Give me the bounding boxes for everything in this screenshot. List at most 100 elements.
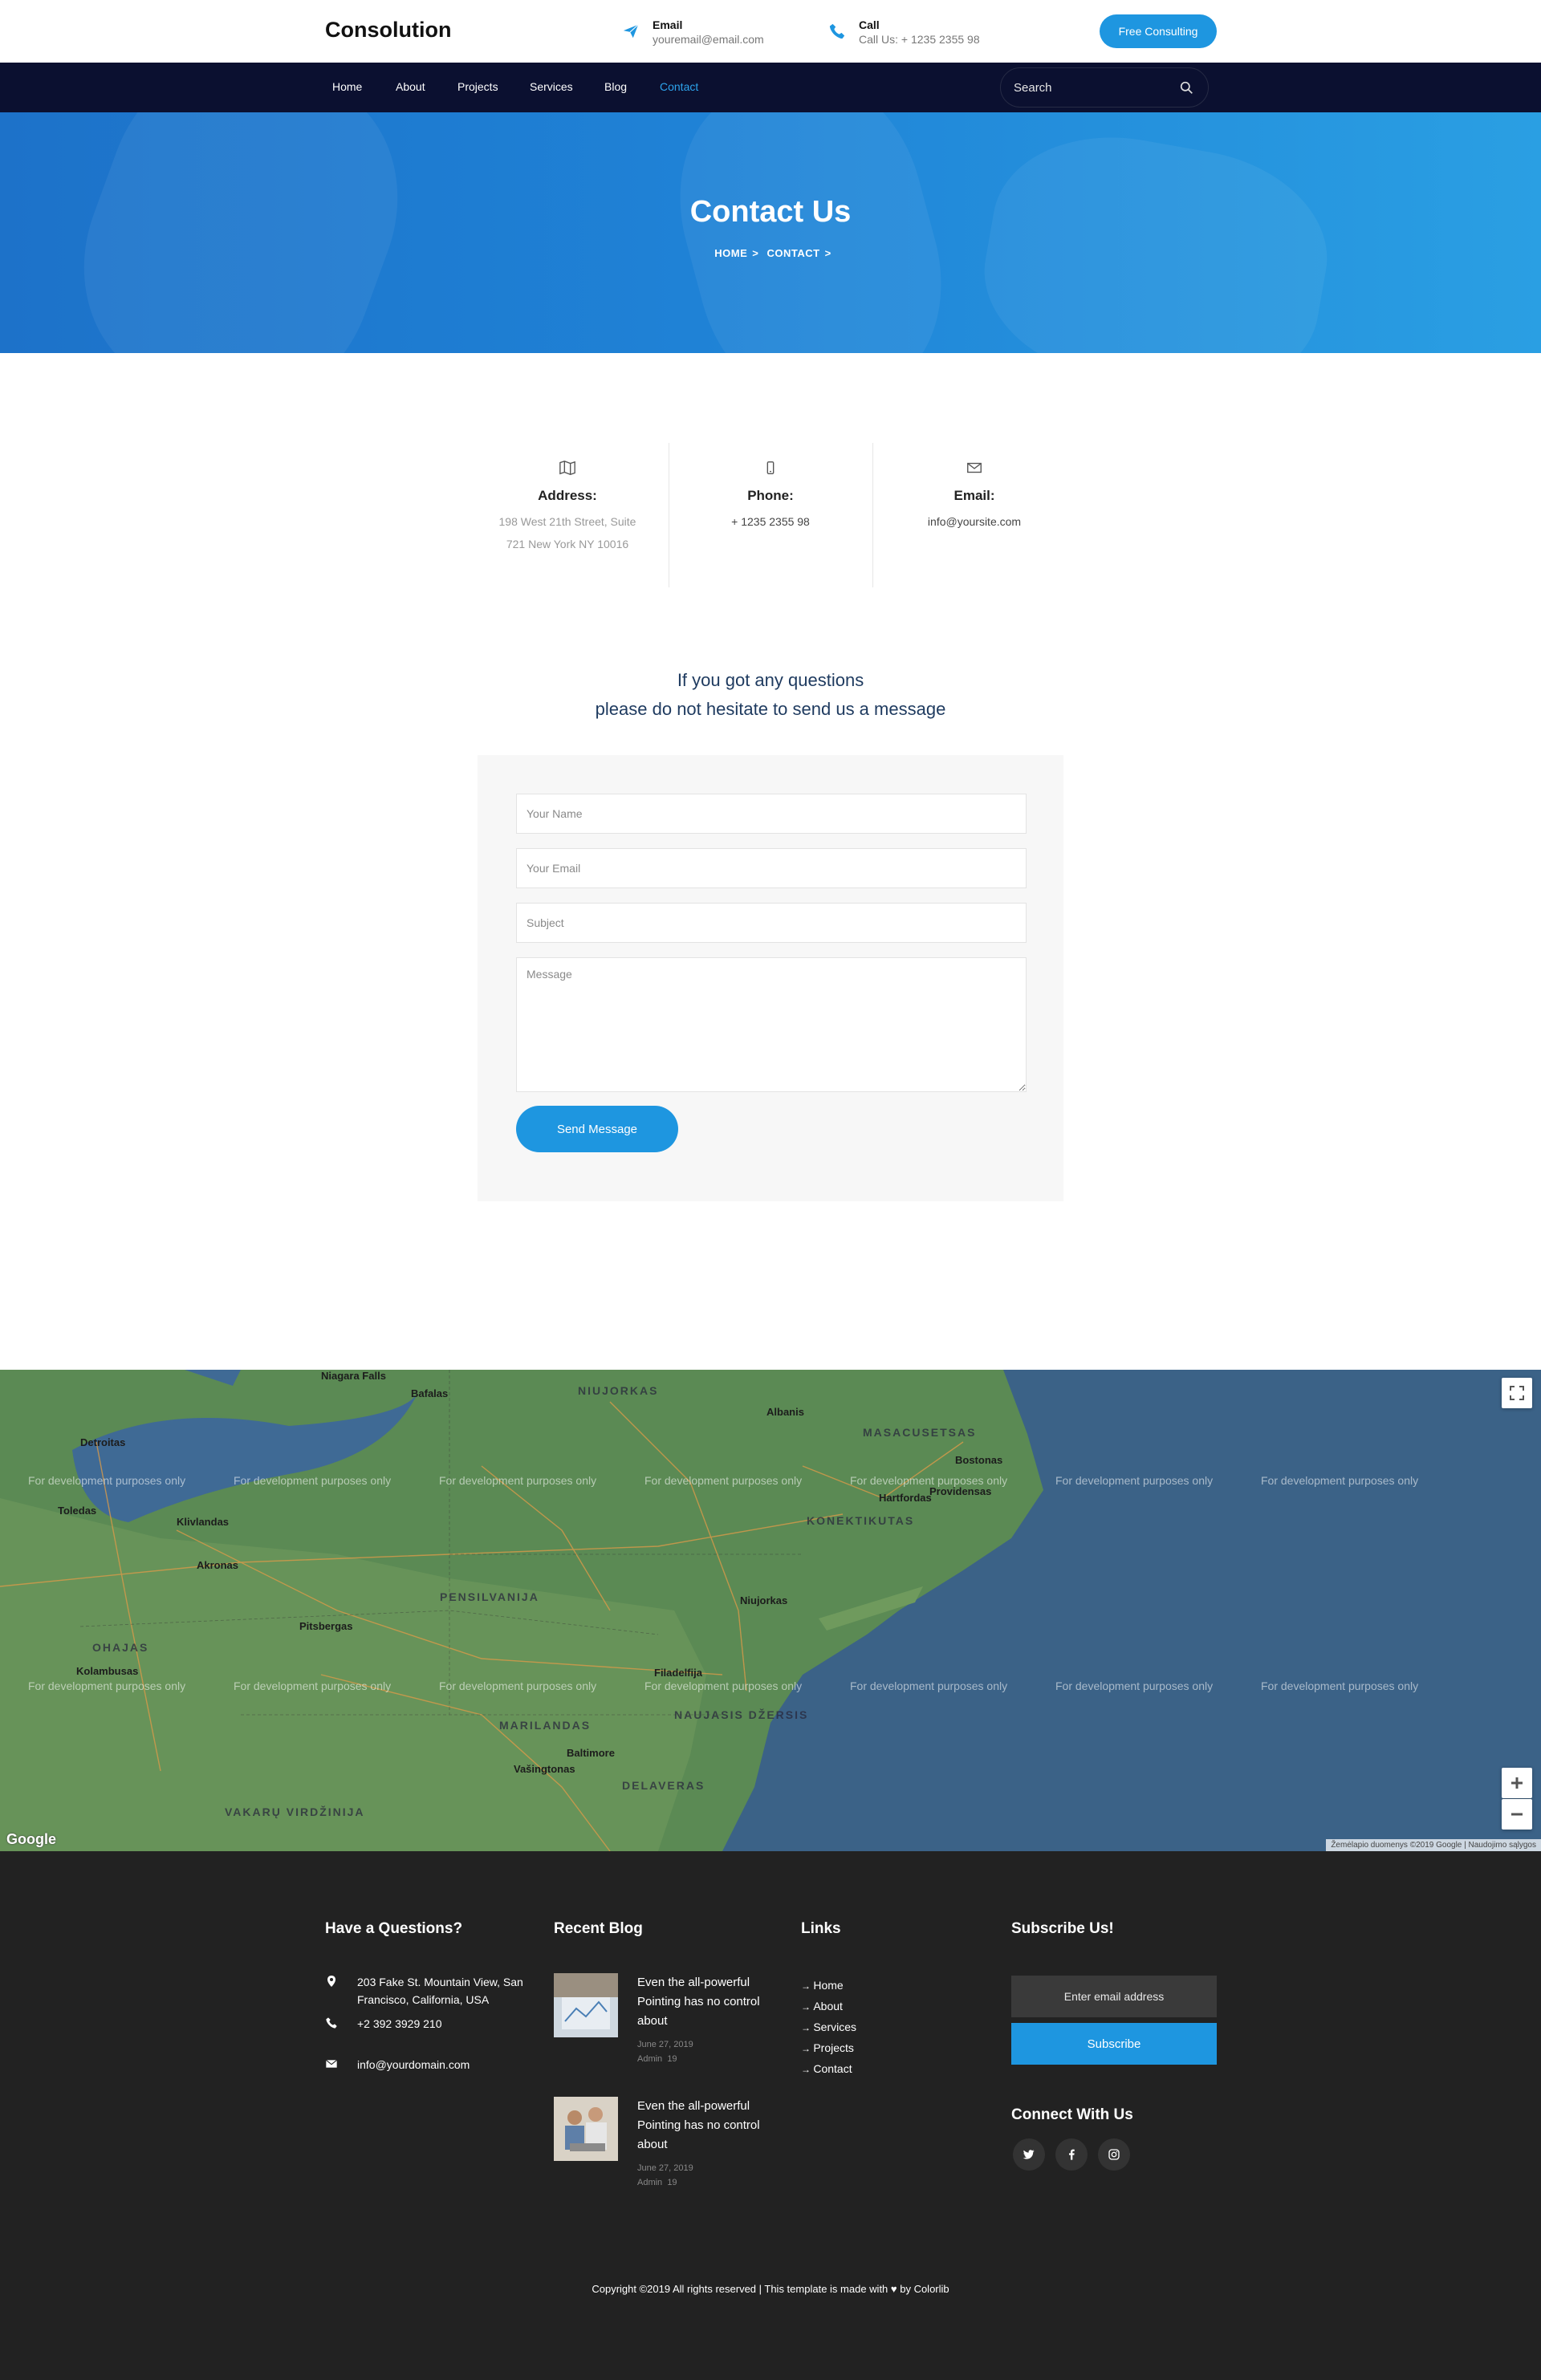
paper-plane-icon: [623, 24, 639, 39]
phone-value[interactable]: + 1235 2355 98: [674, 510, 867, 533]
map-terms[interactable]: Žemėlapio duomenys ©2019 Google | Naudoj…: [1326, 1839, 1541, 1851]
top-header: Consolution Email youremail@email.com Ca…: [0, 0, 1541, 63]
blog-post-author: Admin: [637, 2178, 663, 2187]
info-phone: Phone: + 1235 2355 98: [674, 459, 867, 533]
nav-services[interactable]: Services: [530, 80, 573, 93]
map-zoom-in-button[interactable]: [1502, 1768, 1532, 1798]
email-value[interactable]: info@yoursite.com: [878, 510, 1071, 533]
instagram-icon: [1108, 2149, 1120, 2160]
footer-link-contact[interactable]: Contact: [801, 2059, 856, 2080]
name-field[interactable]: [516, 794, 1027, 834]
footer-link-home[interactable]: Home: [801, 1976, 856, 1996]
google-logo[interactable]: Google: [6, 1831, 56, 1848]
google-map[interactable]: For development purposes only For develo…: [0, 1370, 1541, 1851]
nav-projects[interactable]: Projects: [457, 80, 498, 93]
facebook-button[interactable]: [1055, 2138, 1088, 2171]
copyright: Copyright ©2019 All rights reserved | Th…: [592, 2283, 949, 2295]
map-watermark: For development purposes only: [439, 1679, 597, 1692]
address-label: Address:: [538, 488, 597, 503]
twitter-button[interactable]: [1013, 2138, 1045, 2171]
subject-field[interactable]: [516, 903, 1027, 943]
footer-phone: +2 392 3929 210: [325, 2015, 442, 2033]
free-consulting-button[interactable]: Free Consulting: [1100, 14, 1217, 48]
phone-label: Phone:: [747, 488, 794, 503]
footer-link-projects[interactable]: Projects: [801, 2038, 856, 2059]
blog-post-meta: June 27, 2019 Admin 19: [637, 2161, 779, 2190]
instagram-button[interactable]: [1098, 2138, 1130, 2171]
map-label: Bostonas: [955, 1454, 1003, 1466]
message-field[interactable]: [516, 957, 1027, 1092]
blog-thumbnail[interactable]: [554, 2097, 618, 2161]
contact-form: Send Message: [478, 755, 1063, 1201]
page-hero: Contact Us HOME > CONTACT >: [0, 112, 1541, 353]
header-call-value[interactable]: Call Us: + 1235 2355 98: [859, 32, 980, 47]
blog-post[interactable]: Even the all-powerful Pointing has no co…: [554, 1973, 779, 2066]
send-message-button[interactable]: Send Message: [516, 1106, 678, 1152]
subscribe-button[interactable]: Subscribe: [1011, 2023, 1217, 2065]
phone-icon: [326, 2017, 337, 2029]
map-watermark: For development purposes only: [850, 1679, 1008, 1692]
map-label: KONEKTIKUTAS: [807, 1514, 915, 1527]
map-label: Akronas: [197, 1559, 239, 1571]
hero-bg-shape: [653, 112, 969, 353]
twitter-icon: [1023, 2150, 1035, 2159]
page-title: Contact Us: [689, 195, 852, 229]
map-label: Filadelfija: [654, 1667, 702, 1679]
map-label: Providensas: [929, 1485, 992, 1497]
search-input[interactable]: [1000, 67, 1209, 108]
map-label: Baltimore: [567, 1747, 615, 1759]
nav-blog[interactable]: Blog: [604, 80, 627, 93]
nav-contact[interactable]: Contact: [660, 80, 698, 93]
breadcrumb-contact: CONTACT: [766, 247, 820, 259]
brand-logo[interactable]: Consolution: [325, 18, 451, 43]
header-email-value[interactable]: youremail@email.com: [653, 32, 764, 47]
blog-post-author: Admin: [637, 2054, 663, 2064]
footer-blog-title: Recent Blog: [554, 1920, 643, 1937]
map-watermark: For development purposes only: [644, 1474, 803, 1487]
blog-post-meta: June 27, 2019 Admin 19: [637, 2037, 779, 2066]
footer-link-services[interactable]: Services: [801, 2017, 856, 2038]
facebook-icon: [1069, 2149, 1075, 2160]
footer-email: info@yourdomain.com: [325, 2056, 470, 2073]
address-line2: 721 New York NY 10016: [506, 538, 629, 550]
map-terrain: [0, 1370, 1541, 1851]
footer-address-text: 203 Fake St. Mountain View, San Francisc…: [357, 1976, 523, 2006]
map-label: Pitsbergas: [299, 1620, 353, 1632]
subscribe-email-input[interactable]: [1011, 1976, 1217, 2017]
map-label: Klivlandas: [177, 1516, 230, 1528]
blog-thumbnail[interactable]: [554, 1973, 618, 2037]
search-icon[interactable]: [1180, 81, 1193, 95]
email-field[interactable]: [516, 848, 1027, 888]
main-nav: Home About Projects Services Blog Contac…: [0, 63, 1541, 112]
footer-links-title: Links: [801, 1920, 841, 1937]
map-watermark: For development purposes only: [644, 1679, 803, 1692]
map-label: Kolambusas: [76, 1665, 139, 1677]
address-line1: 198 West 21th Street, Suite: [498, 515, 636, 528]
map-label: Vašingtonas: [514, 1763, 575, 1775]
nav-about[interactable]: About: [396, 80, 425, 93]
breadcrumb: HOME > CONTACT >: [714, 247, 831, 259]
header-email: Email youremail@email.com: [622, 18, 764, 47]
mobile-icon: [766, 461, 775, 475]
blog-post-date: June 27, 2019: [637, 2040, 693, 2049]
map-label: Detroitas: [80, 1436, 126, 1448]
map-label: DELAVERAS: [622, 1779, 705, 1792]
map-watermark: For development purposes only: [1261, 1474, 1419, 1487]
map-label: Niagara Falls: [321, 1370, 386, 1382]
footer-link-about[interactable]: About: [801, 1996, 856, 2017]
map-fullscreen-button[interactable]: [1502, 1378, 1532, 1408]
footer-email-text[interactable]: info@yourdomain.com: [357, 2056, 470, 2073]
map-label: MARILANDAS: [499, 1719, 592, 1732]
blog-post-title[interactable]: Even the all-powerful Pointing has no co…: [637, 1973, 779, 2031]
blog-post[interactable]: Even the all-powerful Pointing has no co…: [554, 2097, 779, 2190]
map-label: PENSILVANIJA: [440, 1590, 539, 1603]
phone-icon: [829, 23, 845, 39]
map-watermark: For development purposes only: [234, 1679, 392, 1692]
breadcrumb-home[interactable]: HOME: [714, 247, 747, 259]
plus-icon: [1511, 1777, 1523, 1789]
map-zoom-out-button[interactable]: [1502, 1799, 1532, 1830]
nav-home[interactable]: Home: [332, 80, 362, 93]
footer-phone-text[interactable]: +2 392 3929 210: [357, 2015, 442, 2033]
blog-post-title[interactable]: Even the all-powerful Pointing has no co…: [637, 2097, 779, 2155]
map-watermark: For development purposes only: [439, 1474, 597, 1487]
